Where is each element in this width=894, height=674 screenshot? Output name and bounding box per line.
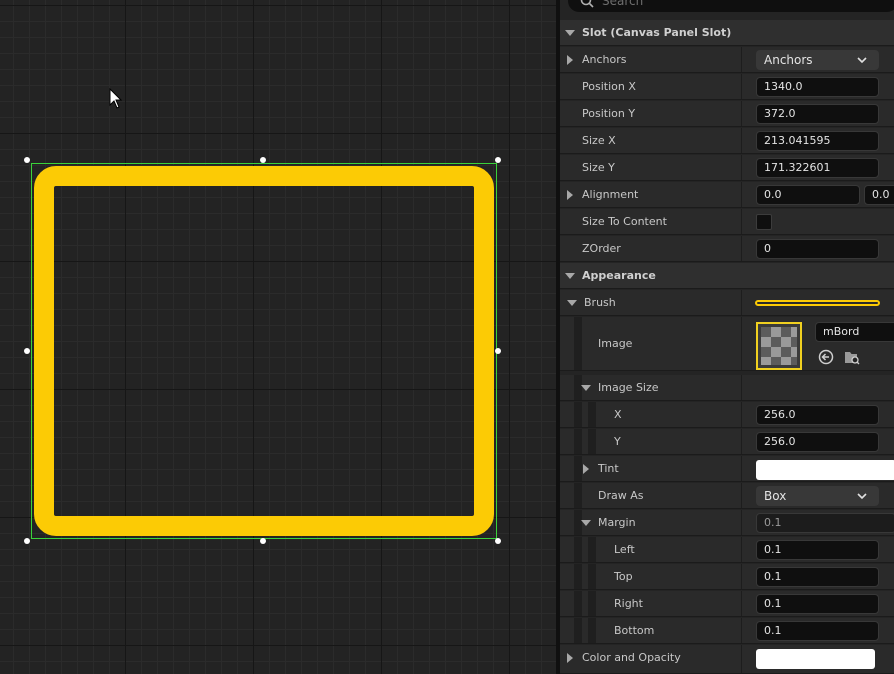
margin-summary-input[interactable]: 0.1 [756, 513, 894, 533]
position-y-label: Position Y [582, 107, 636, 120]
designer-canvas[interactable] [0, 0, 556, 674]
details-search[interactable]: Search [568, 0, 894, 12]
size-y-row: Size Y 171.322601 [560, 155, 894, 181]
size-y-input[interactable]: 171.322601 [756, 158, 879, 178]
brush-label: Brush [584, 296, 616, 309]
anchors-row: Anchors Anchors [560, 47, 894, 73]
section-appearance[interactable]: Appearance [560, 263, 894, 289]
image-size-y-row: Y 256.0 [560, 429, 894, 455]
anchors-dropdown-value: Anchors [764, 53, 813, 67]
image-row: Image mBord [560, 317, 894, 371]
expand-arrow-icon[interactable] [583, 464, 589, 474]
resize-handle-top-right[interactable] [495, 157, 501, 163]
resize-handle-bottom[interactable] [260, 538, 266, 544]
chevron-down-icon [857, 57, 867, 64]
margin-right-input[interactable]: 0.1 [756, 594, 879, 614]
margin-bottom-input[interactable]: 0.1 [756, 621, 879, 641]
margin-bottom-label: Bottom [614, 624, 655, 637]
size-to-content-checkbox[interactable] [756, 214, 772, 230]
margin-top-row: Top 0.1 [560, 564, 894, 590]
image-size-x-row: X 256.0 [560, 402, 894, 428]
details-panel: Search Slot (Canvas Panel Slot) Anchors … [560, 0, 894, 674]
zorder-row: ZOrder 0 [560, 236, 894, 262]
mouse-cursor-icon [109, 88, 123, 109]
image-size-label: Image Size [598, 381, 659, 394]
position-x-input[interactable]: 1340.0 [756, 77, 879, 97]
browse-back-icon[interactable] [818, 349, 834, 365]
search-icon [580, 0, 594, 8]
alignment-row: Alignment 0.0 0.0 [560, 182, 894, 208]
draw-as-dropdown[interactable]: Box [756, 486, 879, 506]
alignment-x-input[interactable]: 0.0 [756, 185, 860, 205]
position-y-row: Position Y 372.0 [560, 101, 894, 127]
position-x-label: Position X [582, 80, 636, 93]
margin-top-label: Top [614, 570, 633, 583]
resize-handle-bottom-right[interactable] [495, 538, 501, 544]
draw-as-row: Draw As Box [560, 483, 894, 509]
image-thumbnail[interactable] [756, 322, 802, 370]
position-x-row: Position X 1340.0 [560, 74, 894, 100]
section-slot[interactable]: Slot (Canvas Panel Slot) [560, 20, 894, 46]
selection-outline [31, 163, 497, 539]
resize-handle-top[interactable] [260, 157, 266, 163]
anchors-dropdown[interactable]: Anchors [756, 50, 879, 70]
collapse-arrow-icon[interactable] [565, 30, 575, 36]
size-x-input[interactable]: 213.041595 [756, 131, 879, 151]
draw-as-value: Box [764, 489, 787, 503]
size-x-row: Size X 213.041595 [560, 128, 894, 154]
image-size-y-label: Y [614, 435, 621, 448]
resize-handle-top-left[interactable] [24, 157, 30, 163]
find-in-browser-icon[interactable] [843, 348, 861, 366]
margin-row: Margin 0.1 [560, 510, 894, 536]
tint-label: Tint [598, 462, 619, 475]
image-asset-picker[interactable]: mBord [815, 322, 894, 342]
color-opacity-row: Color and Opacity [560, 645, 894, 674]
image-label: Image [598, 337, 633, 350]
image-size-row: Image Size [560, 375, 894, 401]
margin-left-input[interactable]: 0.1 [756, 540, 879, 560]
image-size-x-label: X [614, 408, 622, 421]
margin-label: Margin [598, 516, 636, 529]
image-size-y-input[interactable]: 256.0 [756, 432, 879, 452]
section-appearance-title: Appearance [582, 269, 656, 282]
color-opacity-swatch[interactable] [756, 649, 875, 669]
zorder-input[interactable]: 0 [756, 239, 879, 259]
margin-top-input[interactable]: 0.1 [756, 567, 879, 587]
margin-right-row: Right 0.1 [560, 591, 894, 617]
resize-handle-bottom-left[interactable] [24, 538, 30, 544]
section-slot-title: Slot (Canvas Panel Slot) [582, 26, 732, 39]
collapse-arrow-icon[interactable] [581, 520, 591, 526]
expand-arrow-icon[interactable] [567, 190, 573, 200]
size-to-content-row: Size To Content [560, 209, 894, 235]
margin-left-label: Left [614, 543, 635, 556]
brush-preview[interactable] [755, 300, 880, 306]
margin-bottom-row: Bottom 0.1 [560, 618, 894, 644]
size-to-content-label: Size To Content [582, 215, 667, 228]
position-y-input[interactable]: 372.0 [756, 104, 879, 124]
margin-right-label: Right [614, 597, 643, 610]
margin-left-row: Left 0.1 [560, 537, 894, 563]
collapse-arrow-icon[interactable] [581, 385, 591, 391]
collapse-arrow-icon[interactable] [567, 300, 577, 306]
image-size-x-input[interactable]: 256.0 [756, 405, 879, 425]
draw-as-label: Draw As [598, 489, 644, 502]
tint-row: Tint [560, 456, 894, 482]
resize-handle-right[interactable] [495, 348, 501, 354]
color-opacity-label: Color and Opacity [582, 651, 681, 664]
alignment-label: Alignment [582, 188, 639, 201]
tint-color-swatch[interactable] [756, 460, 894, 480]
search-placeholder[interactable]: Search [602, 0, 643, 8]
expand-arrow-icon[interactable] [567, 55, 573, 65]
alignment-y-input[interactable]: 0.0 [864, 185, 894, 205]
size-x-label: Size X [582, 134, 616, 147]
zorder-label: ZOrder [582, 242, 621, 255]
chevron-down-icon [857, 493, 867, 500]
anchors-label: Anchors [582, 53, 627, 66]
collapse-arrow-icon[interactable] [565, 273, 575, 279]
resize-handle-left[interactable] [24, 348, 30, 354]
size-y-label: Size Y [582, 161, 615, 174]
expand-arrow-icon[interactable] [567, 653, 573, 663]
